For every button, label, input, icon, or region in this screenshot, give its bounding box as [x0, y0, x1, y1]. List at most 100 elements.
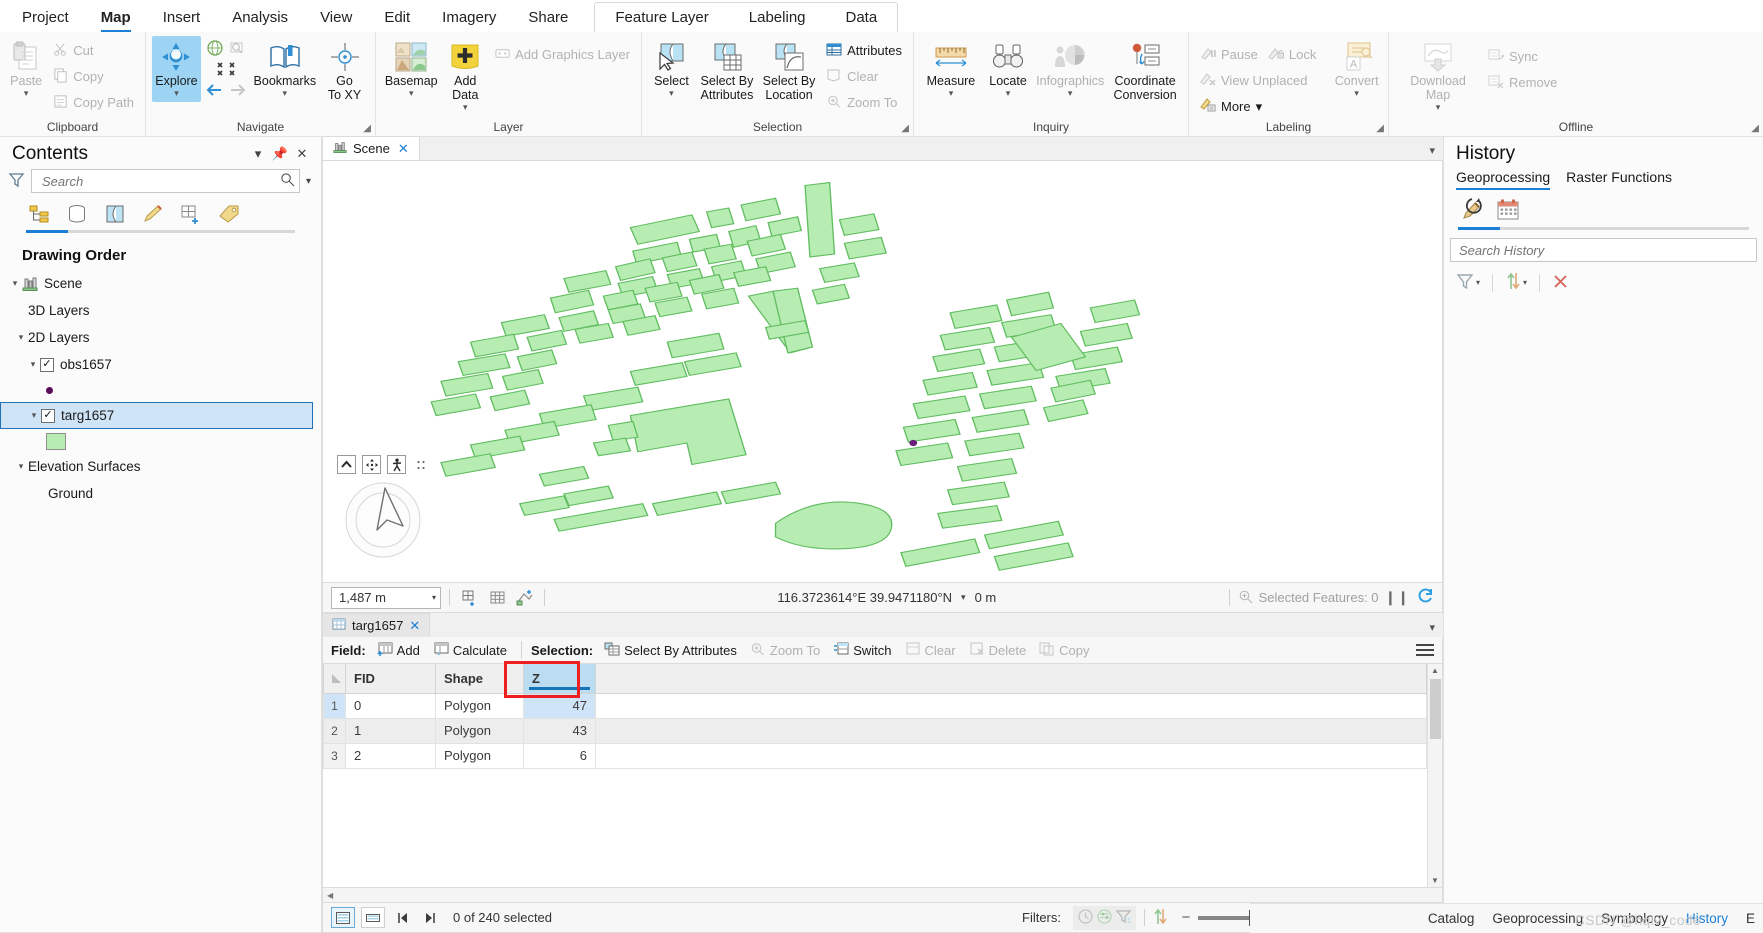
table-row[interactable]: 1 0 Polygon 47 [323, 692, 1427, 719]
more-labeling-button[interactable]: More ▾ [1195, 94, 1321, 119]
add-data-button[interactable]: Add Data ▾ [442, 36, 488, 116]
cell-fid[interactable]: 0 [345, 692, 436, 719]
chevron-down-icon[interactable]: ▾ [1476, 278, 1480, 287]
chevron-down-icon[interactable]: ▾ [1429, 621, 1435, 634]
measure-button[interactable]: Measure ▾ [920, 36, 982, 102]
ribbon-tab-share[interactable]: Share [512, 5, 584, 32]
download-map-button[interactable]: Download Map ▾ [1395, 36, 1481, 116]
chevron-down-icon[interactable]: ▾ [1068, 89, 1073, 98]
dock-tab-geoprocessing[interactable]: Geoprocessing [1492, 911, 1583, 926]
chevron-down-icon[interactable]: ▾ [174, 89, 179, 98]
dock-tab-symbology[interactable]: Symbology [1601, 911, 1668, 926]
column-header-shape[interactable]: Shape [435, 664, 524, 694]
select-button[interactable]: Select ▾ [648, 36, 695, 102]
history-sort-button[interactable]: ▾ [1501, 270, 1531, 295]
contents-search-caret-icon[interactable]: ▾ [306, 176, 311, 187]
toc-item-elevation-surfaces[interactable]: ▾ Elevation Surfaces [0, 453, 321, 480]
toc-item-targ1657[interactable]: ▾ ✓ targ1657 [0, 402, 313, 429]
chevron-down-icon[interactable]: ▾ [1523, 278, 1527, 287]
map-scale-combo[interactable]: 1,487 m ▾ [331, 586, 441, 609]
ribbon-tab-map[interactable]: Map [85, 5, 147, 32]
ribbon-tab-feature-layer[interactable]: Feature Layer [595, 5, 728, 32]
toc-item-ground[interactable]: Ground [0, 480, 321, 507]
map-navigator-control[interactable] [343, 480, 423, 560]
contents-menu-icon[interactable]: ▾ [247, 146, 269, 162]
copy-path-button[interactable]: Copy Path [48, 90, 139, 115]
definition-query-filter-icon[interactable] [1115, 908, 1132, 928]
list-by-data-source-icon[interactable] [64, 201, 90, 227]
history-search-input[interactable] [1457, 241, 1750, 259]
chevron-down-icon[interactable]: ▾ [949, 89, 954, 98]
remove-offline-button[interactable]: Remove [1483, 70, 1562, 95]
expand-arrow-icon[interactable]: ▾ [14, 332, 28, 343]
view-unplaced-button[interactable]: View Unplaced [1195, 68, 1321, 93]
list-by-drawing-order-icon[interactable] [26, 201, 52, 227]
select-by-location-button[interactable]: Select By Location [759, 36, 819, 106]
grid-overlay-icon[interactable] [486, 587, 508, 609]
column-header-z[interactable]: Z [523, 664, 596, 694]
basemap-button[interactable]: Basemap ▾ [382, 36, 440, 102]
selected-features-status[interactable]: Selected Features: 0 [1238, 589, 1379, 607]
scroll-up-icon[interactable]: ▲ [1431, 664, 1439, 677]
paste-button[interactable]: Paste ▾ [6, 36, 46, 102]
dock-tab-history[interactable]: History [1686, 911, 1728, 926]
pin-icon[interactable]: 📌 [269, 146, 291, 162]
add-field-button[interactable]: Add [372, 639, 425, 661]
cell-z[interactable]: 6 [523, 742, 596, 769]
sort-toggle-icon[interactable] [1153, 908, 1168, 928]
calendar-history-icon[interactable] [1494, 196, 1522, 224]
selection-dialog-launcher[interactable]: ◢ [901, 123, 909, 134]
chevron-down-icon[interactable]: ▾ [409, 89, 414, 98]
convert-labels-button[interactable]: A Convert ▾ [1331, 36, 1382, 102]
add-graphics-layer-button[interactable]: Add Graphics Layer [490, 42, 635, 67]
chevron-down-icon[interactable]: ▾ [961, 592, 966, 603]
labeling-dialog-launcher[interactable]: ◢ [1376, 123, 1384, 134]
refresh-map-button[interactable] [1416, 587, 1434, 608]
infographics-button[interactable]: Infographics ▾ [1034, 36, 1106, 102]
history-filter-button[interactable]: ▾ [1452, 270, 1484, 295]
column-header-fid[interactable]: FID [345, 664, 436, 694]
chevron-down-icon[interactable]: ▾ [1006, 89, 1011, 98]
filter-icon[interactable] [8, 171, 25, 191]
table-horizontal-scrollbar[interactable]: ◀ [322, 888, 1443, 903]
clear-selection-button[interactable]: Clear [821, 64, 907, 89]
zoom-to-selection-button[interactable]: Zoom To [821, 90, 907, 115]
ribbon-tab-view[interactable]: View [304, 5, 368, 32]
expand-arrow-icon[interactable]: ▾ [26, 359, 40, 370]
drag-handle-icon[interactable] [416, 459, 426, 471]
layer-visibility-checkbox-targ1657[interactable]: ✓ [41, 408, 55, 423]
table-select-by-attributes-button[interactable]: Select By Attributes [599, 639, 742, 661]
zoom-out-button[interactable]: − [1180, 909, 1192, 926]
zoom-in-fixed-icon[interactable] [216, 61, 236, 80]
close-icon[interactable]: ✕ [409, 618, 420, 634]
ribbon-tab-edit[interactable]: Edit [368, 5, 426, 32]
related-records-view-button[interactable] [361, 907, 385, 928]
table-clear-button[interactable]: Clear [900, 639, 961, 661]
list-by-selection-icon[interactable] [102, 201, 128, 227]
table-view-button[interactable] [331, 907, 355, 928]
switch-selection-button[interactable]: Switch [828, 639, 896, 661]
full-extent-button[interactable] [206, 39, 224, 60]
toc-item-3d-layers[interactable]: 3D Layers [0, 297, 321, 324]
last-record-button[interactable] [419, 907, 441, 929]
explore-button[interactable]: Explore ▾ [152, 36, 201, 102]
chevron-down-icon[interactable]: ▾ [1354, 89, 1359, 98]
cell-z[interactable]: 43 [523, 717, 596, 744]
dock-tab-extra[interactable]: E [1746, 911, 1755, 926]
walk-mode-button[interactable] [387, 455, 406, 474]
chevron-down-icon[interactable]: ▾ [1436, 103, 1441, 112]
select-by-attributes-button[interactable]: Select By Attributes [697, 36, 757, 106]
ribbon-tab-project[interactable]: Project [6, 5, 85, 32]
ribbon-tab-labeling[interactable]: Labeling [729, 5, 826, 32]
cut-button[interactable]: Cut [48, 38, 139, 63]
select-all-corner[interactable] [323, 664, 346, 694]
chevron-down-icon[interactable]: ▾ [1256, 99, 1263, 115]
navigate-dialog-launcher[interactable]: ◢ [363, 123, 371, 134]
offline-dialog-launcher[interactable]: ◢ [1751, 123, 1759, 134]
add-selection-mode-icon[interactable] [514, 587, 536, 609]
ribbon-tab-analysis[interactable]: Analysis [216, 5, 304, 32]
chevron-down-icon[interactable]: ▾ [1429, 144, 1435, 157]
cell-shape[interactable]: Polygon [435, 692, 524, 719]
tool-history-icon[interactable] [1458, 196, 1486, 224]
expand-arrow-icon[interactable]: ▾ [27, 410, 41, 421]
